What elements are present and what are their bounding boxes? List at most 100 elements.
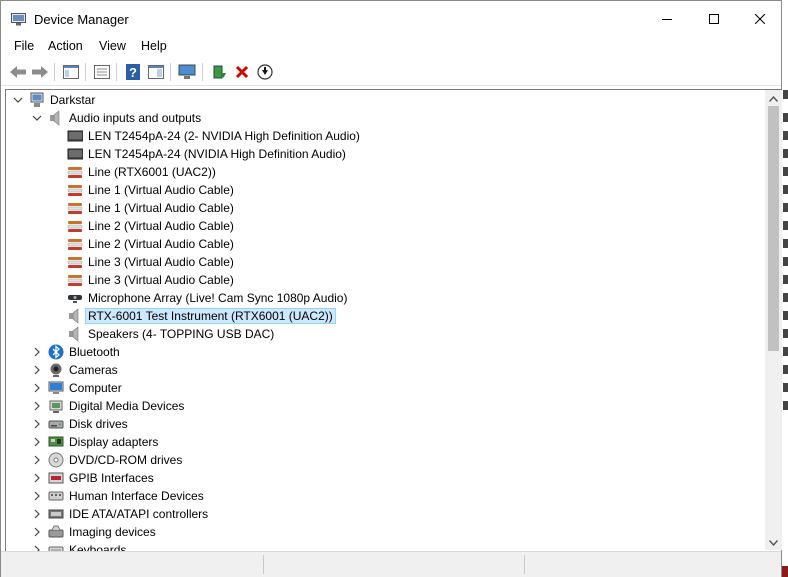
line-jack-icon	[67, 221, 83, 232]
show-hide-console-tree-button[interactable]	[61, 62, 81, 82]
expand-toggle[interactable]	[31, 472, 43, 484]
chevron-right-icon	[34, 491, 40, 501]
device-tree[interactable]: Darkstar Audio inputs and outputs LEN T245…	[5, 89, 766, 552]
expand-toggle[interactable]	[31, 364, 43, 376]
disk-drive-icon	[48, 420, 64, 429]
category-label: Bluetooth	[69, 345, 120, 359]
scan-hardware-changes-icon	[178, 64, 196, 79]
expand-toggle[interactable]	[31, 400, 43, 412]
device-row[interactable]: Speakers (4- TOPPING USB DAC)	[6, 325, 766, 343]
tree-root[interactable]: Darkstar	[6, 91, 766, 109]
category-row[interactable]: Disk drives	[6, 415, 766, 433]
scan-hardware-changes-button[interactable]	[177, 62, 197, 82]
category-row[interactable]: Imaging devices	[6, 523, 766, 541]
expand-toggle[interactable]	[31, 436, 43, 448]
category-row[interactable]: Cameras	[6, 361, 766, 379]
audio-category-icon	[50, 110, 60, 126]
maximize-icon	[709, 14, 719, 24]
chevron-right-icon	[34, 455, 40, 465]
update-driver-icon	[213, 65, 226, 79]
category-label: Audio inputs and outputs	[69, 111, 202, 125]
title-bar[interactable]: Device Manager	[1, 1, 781, 37]
device-label: Line 2 (Virtual Audio Cable)	[88, 219, 234, 233]
device-row[interactable]: Line 1 (Virtual Audio Cable)	[6, 199, 766, 217]
category-row[interactable]: GPIB Interfaces	[6, 469, 766, 487]
category-row[interactable]: IDE ATA/ATAPI controllers	[6, 505, 766, 523]
uninstall-device-icon	[235, 65, 249, 79]
line-jack-icon	[67, 239, 83, 250]
category-label: IDE ATA/ATAPI controllers	[69, 507, 209, 521]
category-label: Human Interface Devices	[69, 489, 204, 503]
device-label: Line 3 (Virtual Audio Cable)	[88, 255, 234, 269]
line-jack-icon	[67, 167, 83, 178]
category-label: GPIB Interfaces	[69, 471, 154, 485]
device-row[interactable]: Line (RTX6001 (UAC2))	[6, 163, 766, 181]
expand-toggle[interactable]	[31, 382, 43, 394]
device-row[interactable]: Line 1 (Virtual Audio Cable)	[6, 181, 766, 199]
menu-bar: File Action View Help	[1, 37, 781, 57]
back-button[interactable]	[8, 62, 28, 82]
category-row[interactable]: Human Interface Devices	[6, 487, 766, 505]
monitor-speaker-icon	[67, 148, 83, 160]
expand-toggle[interactable]	[31, 490, 43, 502]
expand-toggle[interactable]	[31, 526, 43, 538]
device-row[interactable]: Line 3 (Virtual Audio Cable)	[6, 253, 766, 271]
device-row[interactable]: Line 2 (Virtual Audio Cable)	[6, 217, 766, 235]
close-icon	[755, 14, 765, 24]
computer-icon	[48, 381, 64, 394]
scroll-down-button[interactable]	[768, 537, 779, 548]
forward-button[interactable]	[30, 62, 50, 82]
device-row[interactable]: LEN T2454pA-24 (2- NVIDIA High Definitio…	[6, 127, 766, 145]
category-row[interactable]: Computer	[6, 379, 766, 397]
device-row[interactable]: Microphone Array (Live! Cam Sync 1080p A…	[6, 289, 766, 307]
category-label: Cameras	[69, 363, 118, 377]
show-hide-console-tree-icon	[63, 65, 79, 79]
minimize-button[interactable]	[644, 1, 690, 37]
chevron-right-icon	[34, 419, 40, 429]
status-bar	[1, 551, 781, 577]
category-row[interactable]: Digital Media Devices	[6, 397, 766, 415]
line-jack-icon	[67, 203, 83, 214]
chevron-down-icon	[32, 115, 42, 121]
scroll-up-button[interactable]	[768, 93, 779, 104]
action-pane-button[interactable]	[146, 62, 166, 82]
device-row[interactable]: Line 2 (Virtual Audio Cable)	[6, 235, 766, 253]
collapse-toggle[interactable]	[31, 112, 43, 124]
category-audio-inputs-outputs[interactable]: Audio inputs and outputs	[6, 109, 766, 127]
uninstall-device-button[interactable]	[232, 62, 252, 82]
category-label: Digital Media Devices	[69, 399, 185, 413]
chevron-right-icon	[34, 473, 40, 483]
chevron-up-icon	[769, 95, 778, 102]
display-adapter-icon	[48, 436, 64, 447]
close-button[interactable]	[737, 1, 783, 37]
maximize-button[interactable]	[691, 1, 737, 37]
category-row[interactable]: DVD/CD-ROM drives	[6, 451, 766, 469]
menu-action[interactable]: Action	[48, 39, 83, 53]
expand-toggle[interactable]	[31, 508, 43, 520]
menu-view[interactable]: View	[99, 39, 126, 53]
expand-toggle[interactable]	[31, 346, 43, 358]
expand-toggle[interactable]	[31, 454, 43, 466]
line-jack-icon	[67, 185, 83, 196]
menu-help[interactable]: Help	[141, 39, 167, 53]
scrollbar-thumb[interactable]	[768, 106, 779, 351]
menu-file[interactable]: File	[14, 39, 34, 53]
vertical-scrollbar[interactable]	[765, 89, 782, 550]
speaker-icon	[69, 326, 79, 342]
device-row[interactable]: RTX-6001 Test Instrument (RTX6001 (UAC2)…	[6, 307, 766, 325]
properties-button[interactable]	[92, 62, 112, 82]
device-row[interactable]: LEN T2454pA-24 (NVIDIA High Definition A…	[6, 145, 766, 163]
chevron-right-icon	[34, 509, 40, 519]
category-label: Display adapters	[69, 435, 159, 449]
device-row[interactable]: Line 3 (Virtual Audio Cable)	[6, 271, 766, 289]
download-driver-button[interactable]	[255, 62, 275, 82]
category-row[interactable]: Bluetooth	[6, 343, 766, 361]
help-button[interactable]: ?	[123, 62, 143, 82]
category-row[interactable]: Display adapters	[6, 433, 766, 451]
download-driver-icon	[257, 64, 273, 80]
update-driver-button[interactable]	[209, 62, 229, 82]
dvd-drive-icon	[48, 452, 64, 468]
collapse-toggle[interactable]	[12, 94, 24, 106]
toolbar: ?	[1, 58, 781, 86]
expand-toggle[interactable]	[31, 418, 43, 430]
